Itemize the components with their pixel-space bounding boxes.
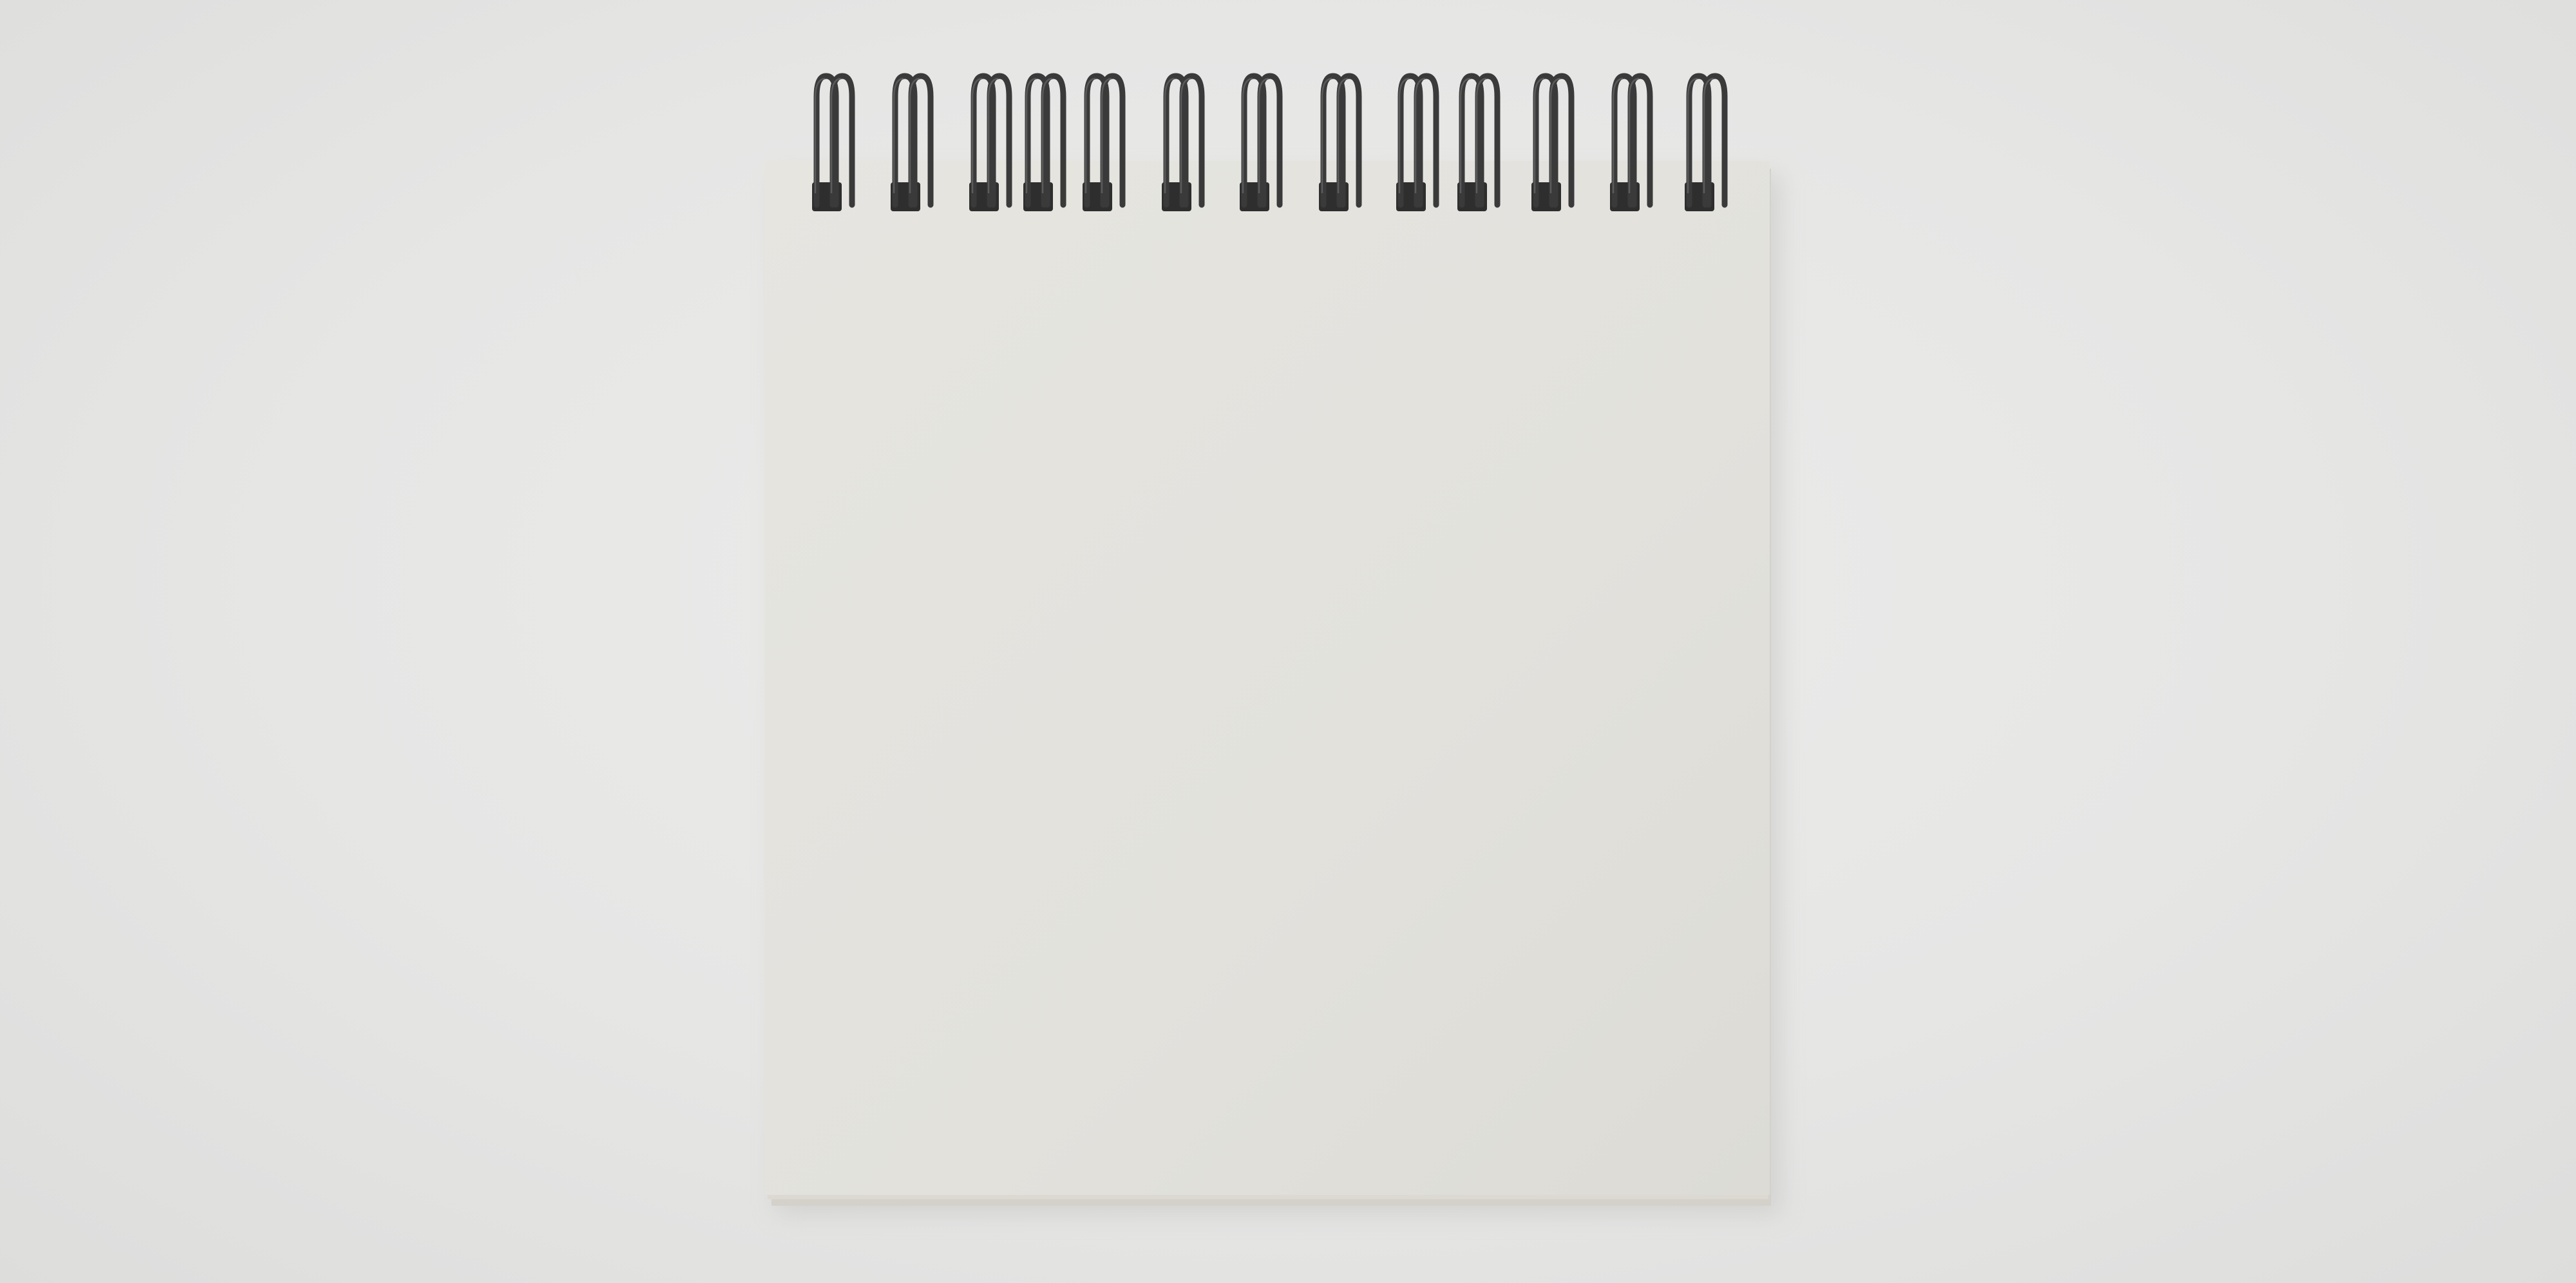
photo-scene bbox=[0, 0, 2576, 1283]
notebook-cover bbox=[765, 161, 1770, 1195]
notebook-illustration bbox=[765, 73, 1781, 1214]
